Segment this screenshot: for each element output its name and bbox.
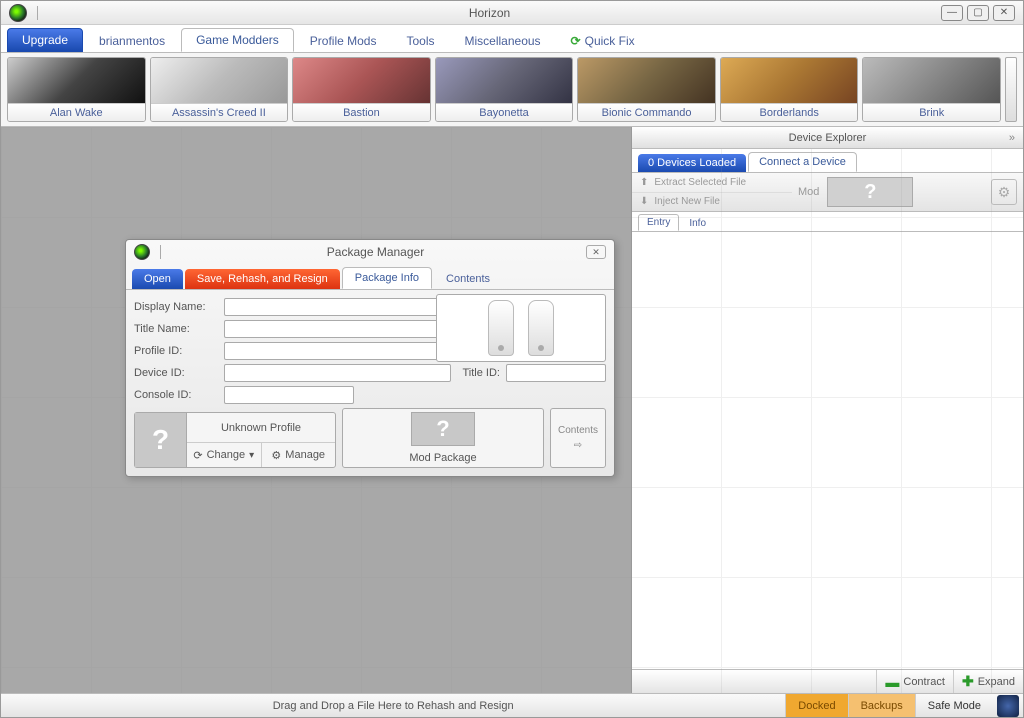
device-explorer-header: Device Explorer »: [632, 127, 1023, 149]
mod-package-box: ? Mod Package: [342, 408, 544, 468]
app-logo-icon[interactable]: [997, 695, 1019, 717]
package-manager-body: Display Name: Title Name: Profile ID: De…: [126, 290, 614, 476]
app-window: Horizon — ▢ ✕ Upgrade brianmentos Game M…: [0, 0, 1024, 718]
field-row: Console ID:: [134, 386, 606, 404]
game-thumb: [863, 58, 1000, 103]
console-slot-icon: [528, 300, 554, 356]
chevron-down-icon: ▾: [249, 450, 254, 461]
game-label: Assassin's Creed II: [151, 103, 288, 121]
game-card-bayonetta[interactable]: Bayonetta: [435, 57, 574, 122]
tab-brianmentos[interactable]: brianmentos: [85, 30, 179, 52]
manage-button[interactable]: ⚙ Manage: [262, 443, 336, 467]
arrow-right-icon: ⇨: [574, 440, 582, 451]
statusbar: Drag and Drop a File Here to Rehash and …: [1, 693, 1023, 717]
change-label: Change: [207, 449, 246, 461]
quick-fix-label: Quick Fix: [585, 34, 635, 48]
docked-button[interactable]: Docked: [785, 694, 847, 717]
separator: [37, 6, 38, 20]
field-row: Device ID: Title ID:: [134, 364, 606, 382]
content-area: Package Manager ✕ Open Save, Rehash, and…: [1, 127, 1023, 693]
game-label: Brink: [863, 103, 1000, 121]
game-card-borderlands[interactable]: Borderlands: [720, 57, 859, 122]
tab-quick-fix[interactable]: ⟳ Quick Fix: [557, 30, 649, 52]
profile-buttons: ⟳ Change▾ ⚙ Manage: [187, 443, 335, 467]
mod-package-label: Mod Package: [409, 452, 476, 464]
contents-label: Contents: [558, 425, 598, 436]
tab-save-rehash-resign[interactable]: Save, Rehash, and Resign: [185, 269, 340, 289]
minimize-button[interactable]: —: [941, 5, 963, 21]
tab-game-modders[interactable]: Game Modders: [181, 28, 294, 52]
question-icon: ?: [411, 412, 475, 446]
package-right-panel: [436, 294, 606, 362]
console-id-label: Console ID:: [134, 389, 218, 401]
app-icon: [134, 244, 150, 260]
game-thumb: [721, 58, 858, 103]
backups-button[interactable]: Backups: [848, 694, 915, 717]
game-label: Bayonetta: [436, 103, 573, 121]
refresh-icon: ⟳: [193, 449, 202, 462]
profile-name: Unknown Profile: [187, 413, 335, 443]
game-label: Bastion: [293, 103, 430, 121]
workspace[interactable]: Package Manager ✕ Open Save, Rehash, and…: [1, 127, 631, 693]
question-icon: ?: [135, 413, 187, 467]
device-id-label: Device ID:: [134, 367, 218, 379]
console-slot-icon: [488, 300, 514, 356]
profile-box: ? Unknown Profile ⟳ Change▾ ⚙ Manage: [134, 412, 336, 468]
refresh-icon: ⟳: [571, 34, 581, 48]
game-scroll-right[interactable]: [1005, 57, 1017, 122]
gear-icon: ⚙: [271, 449, 281, 462]
game-thumb: [578, 58, 715, 103]
package-manager-titlebar[interactable]: Package Manager ✕: [126, 240, 614, 264]
tab-profile-mods[interactable]: Profile Mods: [296, 30, 391, 52]
package-manager-title: Package Manager: [165, 245, 586, 259]
tab-package-info[interactable]: Package Info: [342, 267, 432, 289]
game-card-alan-wake[interactable]: Alan Wake: [7, 57, 146, 122]
profile-info: Unknown Profile ⟳ Change▾ ⚙ Manage: [187, 413, 335, 467]
safe-mode-button[interactable]: Safe Mode: [915, 694, 993, 717]
game-thumb: [293, 58, 430, 103]
package-manager-tabs: Open Save, Rehash, and Resign Package In…: [126, 264, 614, 290]
console-slots: [436, 294, 606, 362]
game-thumb: [151, 58, 288, 103]
title-id-input[interactable]: [506, 364, 606, 382]
game-thumb: [8, 58, 145, 103]
profile-id-label: Profile ID:: [134, 345, 218, 357]
device-id-input[interactable]: [224, 364, 451, 382]
game-card-brink[interactable]: Brink: [862, 57, 1001, 122]
game-card-bionic-commando[interactable]: Bionic Commando: [577, 57, 716, 122]
titlebar: Horizon — ▢ ✕: [1, 1, 1023, 25]
app-icon: [9, 4, 27, 22]
package-manager-window: Package Manager ✕ Open Save, Rehash, and…: [125, 239, 615, 477]
game-label: Borderlands: [721, 103, 858, 121]
collapse-button[interactable]: »: [1009, 132, 1015, 144]
tab-contents[interactable]: Contents: [434, 269, 502, 289]
close-button[interactable]: ✕: [993, 5, 1015, 21]
game-card-bastion[interactable]: Bastion: [292, 57, 431, 122]
device-explorer-title: Device Explorer: [789, 132, 867, 144]
title-name-label: Title Name:: [134, 323, 218, 335]
tab-upgrade[interactable]: Upgrade: [7, 28, 83, 52]
display-name-label: Display Name:: [134, 301, 218, 313]
game-label: Bionic Commando: [578, 103, 715, 121]
separator: [160, 245, 161, 259]
title-id-label: Title ID:: [463, 367, 501, 379]
window-title: Horizon: [42, 6, 937, 20]
game-thumb: [436, 58, 573, 103]
game-strip: Alan Wake Assassin's Creed II Bastion Ba…: [1, 53, 1023, 127]
tab-tools[interactable]: Tools: [392, 30, 448, 52]
game-card-assassins-creed[interactable]: Assassin's Creed II: [150, 57, 289, 122]
game-label: Alan Wake: [8, 103, 145, 121]
tab-open[interactable]: Open: [132, 269, 183, 289]
main-tabs: Upgrade brianmentos Game Modders Profile…: [1, 25, 1023, 53]
manage-label: Manage: [285, 449, 325, 461]
console-id-input[interactable]: [224, 386, 354, 404]
package-manager-close-button[interactable]: ✕: [586, 245, 606, 259]
contents-button[interactable]: Contents ⇨: [550, 408, 606, 468]
tab-miscellaneous[interactable]: Miscellaneous: [451, 30, 555, 52]
change-button[interactable]: ⟳ Change▾: [187, 443, 262, 467]
maximize-button[interactable]: ▢: [967, 5, 989, 21]
status-text: Drag and Drop a File Here to Rehash and …: [1, 700, 785, 712]
